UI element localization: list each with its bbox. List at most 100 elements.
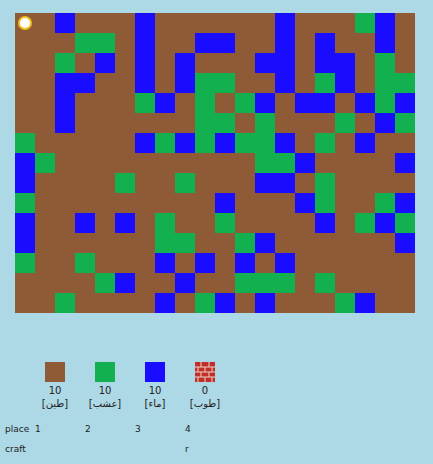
grass-cell xyxy=(235,233,255,253)
dirt-cell xyxy=(235,173,255,193)
grass-cell xyxy=(255,113,275,133)
water-cell xyxy=(275,173,295,193)
water-cell xyxy=(175,273,195,293)
material-swatch xyxy=(95,362,115,382)
dirt-cell xyxy=(135,173,155,193)
dirt-cell xyxy=(395,273,415,293)
grass-cell xyxy=(275,153,295,173)
water-cell xyxy=(75,213,95,233)
dirt-cell xyxy=(395,173,415,193)
dirt-cell xyxy=(155,73,175,93)
dirt-cell xyxy=(395,253,415,273)
dirt-cell xyxy=(295,213,315,233)
dirt-cell xyxy=(35,293,55,313)
water-cell xyxy=(355,133,375,153)
grass-cell xyxy=(315,273,335,293)
water-cell xyxy=(295,93,315,113)
dirt-cell xyxy=(395,293,415,313)
grid-row xyxy=(15,153,415,173)
water-cell xyxy=(135,73,155,93)
grass-cell xyxy=(395,113,415,133)
dirt-cell xyxy=(135,193,155,213)
water-cell xyxy=(175,73,195,93)
grass-cell xyxy=(215,113,235,133)
grass-cell xyxy=(395,213,415,233)
dirt-cell xyxy=(395,33,415,53)
dirt-cell xyxy=(35,253,55,273)
dirt-cell xyxy=(235,113,255,133)
water-cell xyxy=(55,73,75,93)
dirt-cell xyxy=(115,73,135,93)
place-key: 2 xyxy=(85,419,135,439)
dirt-cell xyxy=(115,33,135,53)
dirt-cell xyxy=(35,233,55,253)
dirt-cell xyxy=(395,53,415,73)
dirt-cell xyxy=(135,113,155,133)
dirt-cell xyxy=(55,133,75,153)
grass-cell xyxy=(15,133,35,153)
water-cell xyxy=(315,213,335,233)
dirt-cell xyxy=(215,253,235,273)
dirt-cell xyxy=(355,33,375,53)
dirt-cell xyxy=(95,153,115,173)
dirt-cell xyxy=(155,193,175,213)
dirt-cell xyxy=(75,273,95,293)
grid-row xyxy=(15,233,415,253)
dirt-cell xyxy=(135,253,155,273)
dirt-cell xyxy=(75,13,95,33)
water-cell xyxy=(375,113,395,133)
grass-cell xyxy=(15,253,35,273)
item-count: 10 xyxy=(49,385,62,397)
dirt-cell xyxy=(175,213,195,233)
grass-cell xyxy=(355,213,375,233)
water-cell xyxy=(135,133,155,153)
dirt-cell xyxy=(315,253,335,273)
dirt-cell xyxy=(215,93,235,113)
inventory-slot: 10[ماء] xyxy=(130,362,180,411)
grid-row xyxy=(15,73,415,93)
dirt-cell xyxy=(355,53,375,73)
dirt-cell xyxy=(15,93,35,113)
brick-icon xyxy=(195,362,215,382)
dirt-cell xyxy=(335,33,355,53)
water-cell xyxy=(335,73,355,93)
dirt-cell xyxy=(395,133,415,153)
inventory: 10[طين]10[عشب]10[ماء]0[طوب] xyxy=(0,362,433,411)
grass-cell xyxy=(255,153,275,173)
grass-cell xyxy=(215,213,235,233)
grass-cell xyxy=(235,133,255,153)
dirt-cell xyxy=(95,293,115,313)
grass-cell xyxy=(175,233,195,253)
dirt-cell xyxy=(135,273,155,293)
dirt-cell xyxy=(355,253,375,273)
water-cell xyxy=(55,93,75,113)
grass-cell xyxy=(375,93,395,113)
water-cell xyxy=(195,33,215,53)
dirt-cell xyxy=(355,153,375,173)
water-cell xyxy=(155,93,175,113)
dirt-cell xyxy=(335,233,355,253)
water-cell xyxy=(215,33,235,53)
dirt-cell xyxy=(55,233,75,253)
grass-cell xyxy=(35,153,55,173)
water-cell xyxy=(395,193,415,213)
water-cell xyxy=(55,113,75,133)
dirt-cell xyxy=(335,273,355,293)
water-cell xyxy=(15,173,35,193)
dirt-cell xyxy=(395,13,415,33)
water-cell xyxy=(355,293,375,313)
item-label: [عشب] xyxy=(89,397,122,411)
dirt-cell xyxy=(335,193,355,213)
dirt-cell xyxy=(195,273,215,293)
dirt-cell xyxy=(355,273,375,293)
grass-cell xyxy=(195,133,215,153)
dirt-cell xyxy=(95,193,115,213)
dirt-cell xyxy=(95,213,115,233)
water-cell xyxy=(275,53,295,73)
water-cell xyxy=(135,33,155,53)
dirt-cell xyxy=(55,173,75,193)
dirt-cell xyxy=(135,233,155,253)
grass-cell xyxy=(235,93,255,113)
water-cell xyxy=(275,33,295,53)
